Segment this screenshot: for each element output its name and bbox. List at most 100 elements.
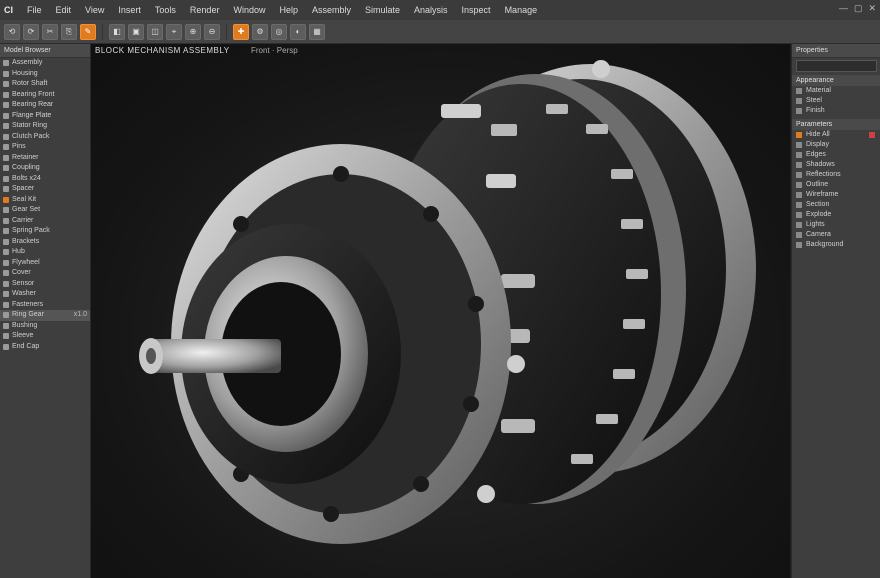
checkbox-icon[interactable] [796, 132, 802, 138]
menu-item-manage[interactable]: Manage [498, 5, 545, 15]
tree-item[interactable]: Spring Pack [0, 226, 90, 237]
menu-item-window[interactable]: Window [226, 5, 272, 15]
property-row[interactable]: Material [792, 86, 880, 96]
toolbar-button-5[interactable]: ◧ [109, 23, 125, 40]
minimize-icon[interactable]: — [839, 3, 848, 14]
search-field[interactable] [796, 60, 877, 72]
menu-item-analysis[interactable]: Analysis [407, 5, 455, 15]
tree-item[interactable]: Flywheel [0, 258, 90, 269]
section-header[interactable]: Parameters [792, 119, 880, 130]
checkbox-icon[interactable] [796, 222, 802, 228]
tree-item[interactable]: Clutch Pack [0, 132, 90, 143]
color-swatch[interactable] [869, 132, 875, 138]
tree-item[interactable]: Coupling [0, 163, 90, 174]
tree-item[interactable]: Hub [0, 247, 90, 258]
toolbar-button-4[interactable]: ✎ [80, 23, 96, 40]
part-icon [3, 196, 9, 203]
toolbar-button-1[interactable]: ⟳ [23, 23, 39, 40]
tree-item[interactable]: Housing [0, 69, 90, 80]
checkbox-icon[interactable] [796, 202, 802, 208]
tree-item[interactable]: Fasteners [0, 300, 90, 311]
property-row[interactable]: Edges [792, 150, 880, 160]
property-row[interactable]: Shadows [792, 160, 880, 170]
menu-item-file[interactable]: File [20, 5, 49, 15]
checkbox-icon[interactable] [796, 152, 802, 158]
window-controls: — ▢ ✕ [839, 3, 876, 14]
toolbar-button-13[interactable]: ◎ [271, 23, 287, 40]
toolbar-button-12[interactable]: ⚙ [252, 23, 268, 40]
tree-item[interactable]: Cover [0, 268, 90, 279]
property-row[interactable]: Explode [792, 210, 880, 220]
tree-item[interactable]: Bushing [0, 321, 90, 332]
menu-item-simulate[interactable]: Simulate [358, 5, 407, 15]
tree-item[interactable]: Sleeve [0, 331, 90, 342]
property-row[interactable]: Camera [792, 230, 880, 240]
toolbar-button-9[interactable]: ⊕ [185, 23, 201, 40]
checkbox-icon[interactable] [796, 182, 802, 188]
checkbox-icon[interactable] [796, 192, 802, 198]
toolbar-button-11[interactable]: ✚ [233, 23, 249, 40]
menu-item-view[interactable]: View [78, 5, 111, 15]
toolbar-button-10[interactable]: ⊖ [204, 23, 220, 40]
toolbar-button-7[interactable]: ◫ [147, 23, 163, 40]
maximize-icon[interactable]: ▢ [854, 3, 863, 14]
checkbox-icon[interactable] [796, 242, 802, 248]
menu-item-help[interactable]: Help [272, 5, 305, 15]
tree-item[interactable]: Brackets [0, 237, 90, 248]
checkbox-icon[interactable] [796, 232, 802, 238]
tree-item[interactable]: Stator Ring [0, 121, 90, 132]
toolbar-button-14[interactable]: ◐ [290, 23, 306, 40]
tree-item[interactable]: Seal Kit [0, 195, 90, 206]
mechanism-render[interactable] [91, 44, 790, 578]
rotor-shaft[interactable] [151, 339, 281, 373]
tree-item[interactable]: Rotor Shaft [0, 79, 90, 90]
menu-item-render[interactable]: Render [183, 5, 227, 15]
toolbar-button-2[interactable]: ✂ [42, 23, 58, 40]
property-row[interactable]: Outline [792, 180, 880, 190]
property-row[interactable]: Display [792, 140, 880, 150]
tree-item[interactable]: Gear Set [0, 205, 90, 216]
property-row[interactable]: Hide All [792, 130, 880, 140]
property-row[interactable]: Finish [792, 106, 880, 116]
toolbar-button-6[interactable]: ▣ [128, 23, 144, 40]
section-header[interactable]: Appearance [792, 75, 880, 86]
tree-item[interactable]: Flange Plate [0, 111, 90, 122]
toolbar-button-3[interactable]: ⎘ [61, 23, 77, 40]
tree-item[interactable]: Sensor [0, 279, 90, 290]
tree-item[interactable]: Retainer [0, 153, 90, 164]
property-row[interactable]: Steel [792, 96, 880, 106]
property-row[interactable]: Wireframe [792, 190, 880, 200]
checkbox-icon[interactable] [796, 108, 802, 114]
toolbar-button-8[interactable]: ⌖ [166, 23, 182, 40]
property-row[interactable]: Lights [792, 220, 880, 230]
close-icon[interactable]: ✕ [868, 3, 876, 14]
tree-item[interactable]: Bolts x24 [0, 174, 90, 185]
tree-item[interactable]: Bearing Front [0, 90, 90, 101]
tree-item[interactable]: Carrier [0, 216, 90, 227]
menu-item-assembly[interactable]: Assembly [305, 5, 358, 15]
tree-item[interactable]: Spacer [0, 184, 90, 195]
tree-item[interactable]: Assembly [0, 58, 90, 69]
property-row[interactable]: Reflections [792, 170, 880, 180]
menu-item-inspect[interactable]: Inspect [455, 5, 498, 15]
tree-item[interactable]: Washer [0, 289, 90, 300]
property-row[interactable]: Background [792, 240, 880, 250]
viewport-view-mode[interactable]: Front · Persp [251, 46, 298, 55]
menu-item-insert[interactable]: Insert [111, 5, 148, 15]
checkbox-icon[interactable] [796, 172, 802, 178]
property-row[interactable]: Section [792, 200, 880, 210]
menu-item-edit[interactable]: Edit [49, 5, 79, 15]
checkbox-icon[interactable] [796, 212, 802, 218]
tree-item[interactable]: Pins [0, 142, 90, 153]
checkbox-icon[interactable] [796, 142, 802, 148]
toolbar-button-0[interactable]: ⟲ [4, 23, 20, 40]
menu-item-tools[interactable]: Tools [148, 5, 183, 15]
toolbar-button-15[interactable]: ▦ [309, 23, 325, 40]
tree-item[interactable]: Bearing Rear [0, 100, 90, 111]
checkbox-icon[interactable] [796, 98, 802, 104]
tree-item[interactable]: Ring Gear x1.0 [0, 310, 90, 321]
checkbox-icon[interactable] [796, 88, 802, 94]
tree-item[interactable]: End Cap [0, 342, 90, 353]
3d-viewport[interactable]: BLOCK MECHANISM ASSEMBLY Front · Persp [91, 44, 790, 578]
checkbox-icon[interactable] [796, 162, 802, 168]
